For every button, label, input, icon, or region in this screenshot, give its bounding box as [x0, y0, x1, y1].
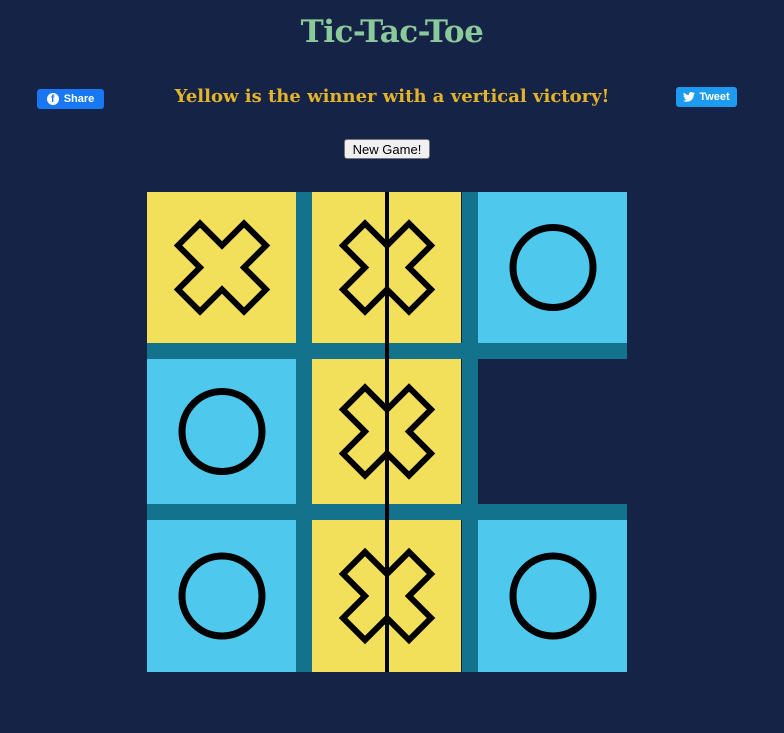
empty-cell-patch [478, 359, 627, 504]
x-mark-icon [173, 219, 271, 316]
board-cell-r1-c1[interactable] [147, 192, 296, 343]
o-mark-icon [509, 224, 597, 311]
board-cell-r3-c1[interactable] [147, 520, 296, 672]
winning-line [385, 192, 389, 672]
grid-line-vertical-2 [462, 192, 478, 672]
board-cell-r2-c1[interactable] [147, 359, 296, 504]
board-cell-r1-c3[interactable] [478, 192, 627, 343]
o-mark-icon [509, 552, 597, 640]
o-mark-icon [178, 388, 266, 475]
board-cell-r3-c3[interactable] [478, 520, 627, 672]
grid-line-vertical-1 [296, 192, 312, 672]
game-board [0, 0, 784, 733]
o-mark-icon [178, 552, 266, 640]
